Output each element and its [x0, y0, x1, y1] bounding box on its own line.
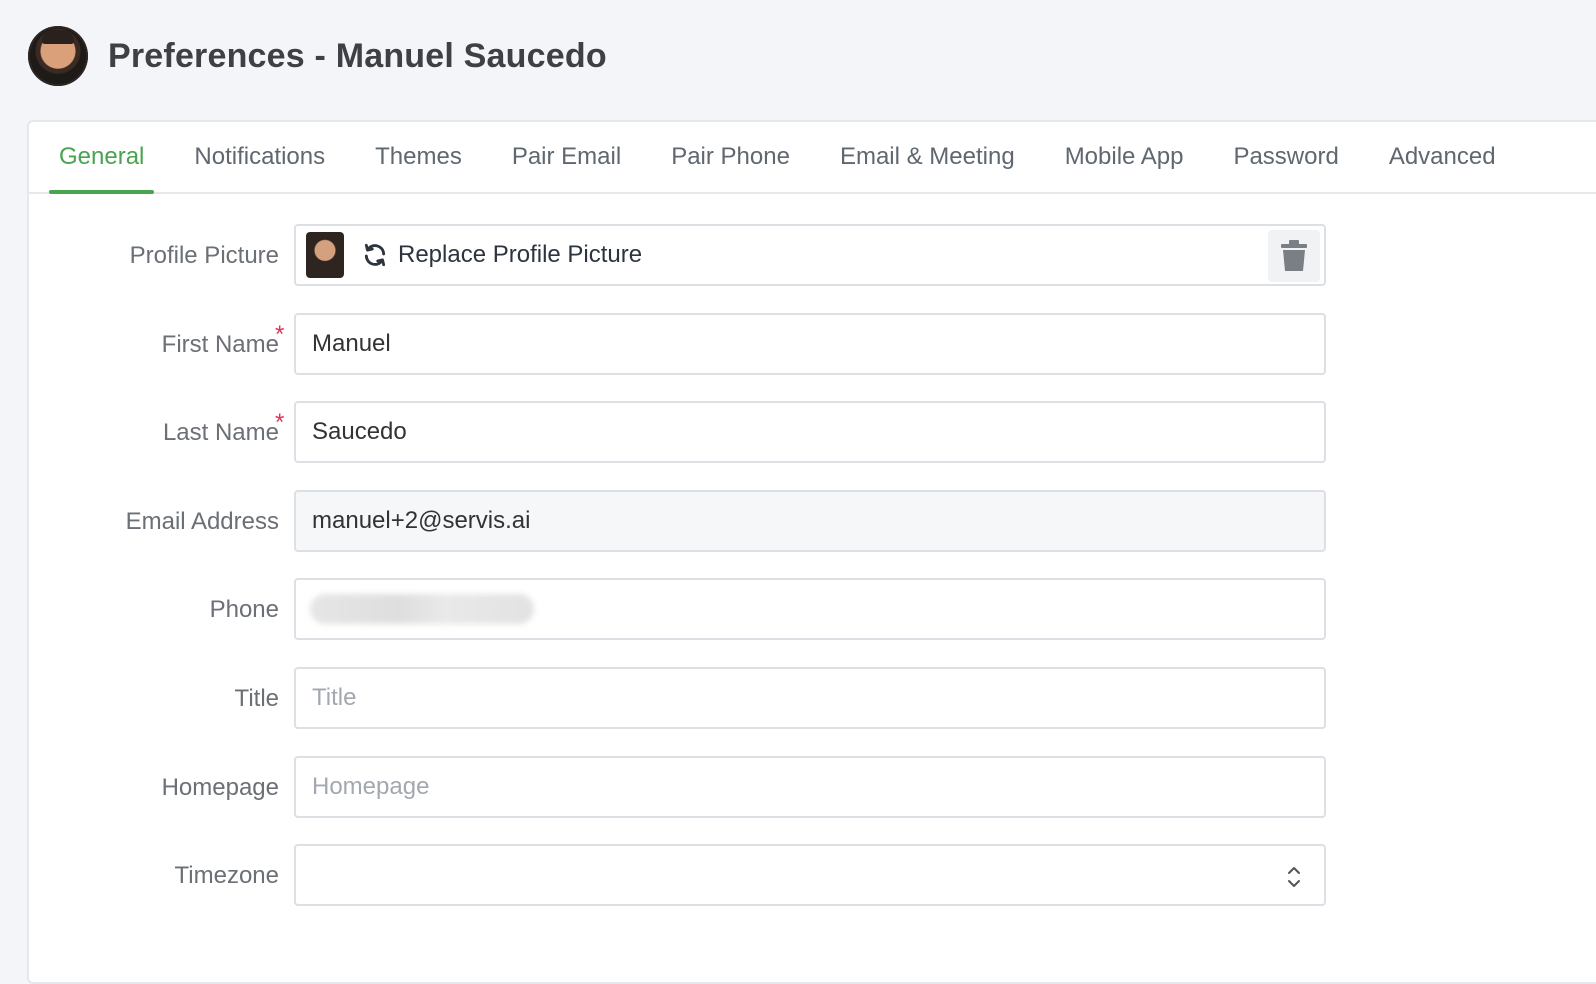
- phone-field[interactable]: [294, 578, 1326, 641]
- tab-general[interactable]: General: [49, 122, 155, 194]
- last-name-label: Last Name: [162, 419, 279, 447]
- page-title: Preferences - Manuel Saucedo: [108, 36, 607, 75]
- timezone-label: Timezone: [174, 862, 279, 890]
- tab-mobile-app[interactable]: Mobile App: [1055, 122, 1194, 192]
- profile-picture-label: Profile Picture: [129, 242, 279, 269]
- required-marker: *: [275, 320, 285, 348]
- timezone-select[interactable]: [294, 844, 1326, 907]
- preferences-card: General Notifications Themes Pair Email …: [27, 120, 1596, 984]
- email-row: Email Address manuel+2@servis.ai: [29, 489, 1349, 554]
- required-marker: *: [275, 409, 285, 437]
- first-name-field[interactable]: [294, 312, 1326, 375]
- first-name-label: First Name: [161, 330, 279, 358]
- homepage-row: Homepage: [29, 755, 1349, 820]
- tab-themes[interactable]: Themes: [365, 122, 472, 192]
- email-value: manuel+2@servis.ai: [312, 506, 531, 534]
- homepage-input[interactable]: [296, 757, 1324, 816]
- title-row: Title: [29, 666, 1349, 731]
- first-name-row: First Name *: [29, 312, 1349, 377]
- profile-picture-row: Profile Picture Replace Profile Picture: [29, 224, 1349, 288]
- phone-label: Phone: [209, 596, 279, 624]
- tab-password[interactable]: Password: [1223, 122, 1348, 192]
- chevron-up-down-icon: [1288, 867, 1300, 888]
- email-field: manuel+2@servis.ai: [294, 489, 1326, 552]
- title-input[interactable]: [296, 668, 1324, 727]
- replace-profile-picture-button[interactable]: Replace Profile Picture: [398, 241, 642, 269]
- tab-advanced[interactable]: Advanced: [1379, 122, 1506, 192]
- tab-pair-phone[interactable]: Pair Phone: [661, 122, 800, 192]
- timezone-row: Timezone: [29, 844, 1349, 908]
- tab-pair-email[interactable]: Pair Email: [502, 122, 631, 192]
- last-name-field[interactable]: [294, 401, 1326, 464]
- page-header: Preferences - Manuel Saucedo: [28, 26, 607, 86]
- refresh-icon[interactable]: [362, 242, 388, 268]
- first-name-input[interactable]: [296, 314, 1324, 373]
- phone-row: Phone: [29, 578, 1349, 642]
- homepage-label: Homepage: [161, 773, 279, 801]
- tab-bar: General Notifications Themes Pair Email …: [29, 122, 1596, 194]
- avatar[interactable]: [28, 26, 88, 86]
- homepage-field[interactable]: [294, 755, 1326, 818]
- last-name-input[interactable]: [296, 403, 1324, 462]
- delete-picture-button[interactable]: [1268, 230, 1320, 282]
- profile-picture-field: Replace Profile Picture: [294, 224, 1326, 286]
- profile-picture-thumbnail: [306, 232, 344, 278]
- title-field[interactable]: [294, 666, 1326, 729]
- last-name-row: Last Name *: [29, 401, 1349, 465]
- title-label: Title: [234, 684, 279, 712]
- phone-blurred-value: [310, 594, 534, 625]
- general-form: Profile Picture Replace Profile Picture: [29, 224, 1349, 933]
- email-label: Email Address: [125, 507, 279, 535]
- tab-notifications[interactable]: Notifications: [184, 122, 335, 192]
- trash-icon: [1281, 240, 1307, 271]
- tab-email-meeting[interactable]: Email & Meeting: [830, 122, 1025, 192]
